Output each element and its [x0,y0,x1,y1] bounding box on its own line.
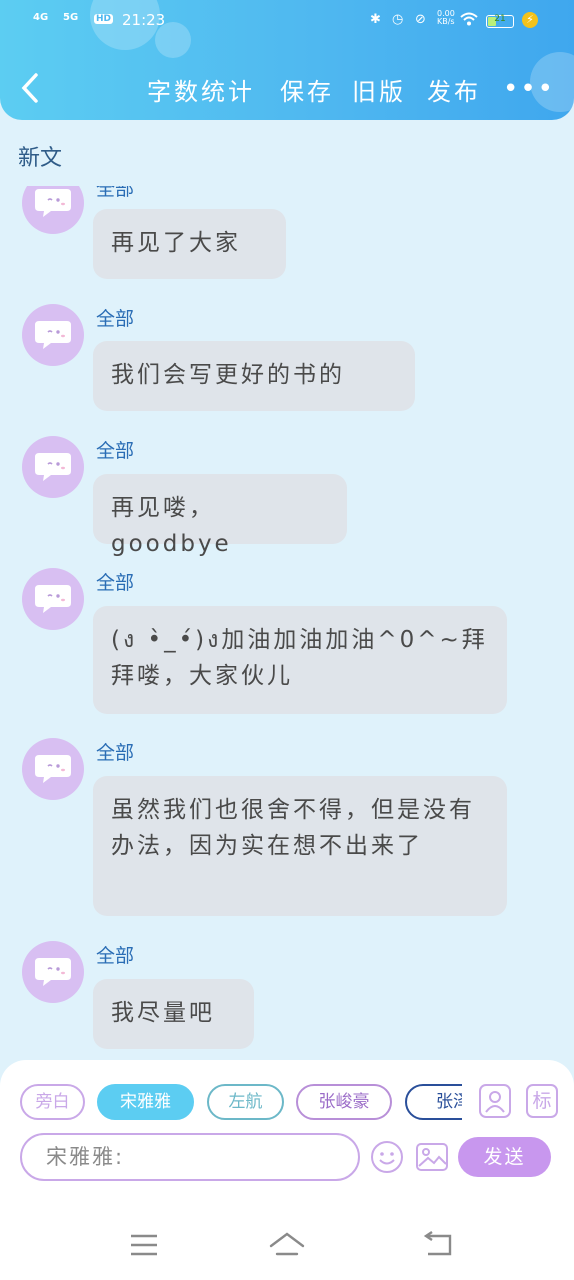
person-icon [485,1091,505,1113]
chat-bubble-face-icon [35,755,71,783]
sender-name: 全部 [96,742,135,764]
role-chip[interactable]: 左航 [207,1084,284,1120]
sender-name: 全部 [96,440,135,462]
image-button[interactable] [415,1140,449,1178]
mark-button[interactable]: 标 [526,1084,558,1118]
role-chip[interactable]: 张峻豪 [296,1084,392,1120]
message-bubble[interactable]: (ง •̀_•́)ง加油加油加油^0^~拜拜喽，大家伙儿 [93,606,507,714]
message-input[interactable]: 宋雅雅: [20,1133,360,1181]
role-chip-narrator[interactable]: 旁白 [20,1084,85,1120]
send-button[interactable]: 发送 [458,1137,551,1177]
clock: 21:23 [122,11,166,29]
sender-name: 全部 [96,308,135,330]
publish-button[interactable]: 发布 [427,72,481,107]
sender-name: 全部 [96,572,135,594]
word-count-button[interactable]: 字数统计 [147,72,255,107]
old-version-button[interactable]: 旧版 [352,72,406,107]
alarm-icon: ◷ [392,12,404,27]
role-chip-list[interactable]: 旁白 宋雅雅 左航 张峻豪 张泽 [0,1060,462,1140]
chat-bubble-face-icon [35,958,71,986]
avatar[interactable] [22,436,84,498]
message-bubble[interactable]: 再见了大家 [93,209,286,279]
image-icon [416,1143,448,1171]
message-bubble[interactable]: 虽然我们也很舍不得，但是没有办法，因为实在想不出来了 [93,776,507,916]
wifi-icon [460,12,478,30]
hd-badge: HD [94,14,114,24]
sender-name: 全部 [96,186,135,200]
chat-bubble-face-icon [35,321,71,349]
charging-icon: ⚡ [522,12,538,28]
chat-bubble-face-icon [35,189,71,217]
role-chip-selected[interactable]: 宋雅雅 [97,1084,194,1120]
battery-icon: 21 [486,14,514,28]
avatar[interactable] [22,568,84,630]
home-icon[interactable] [268,1230,306,1264]
back-nav-icon[interactable] [422,1230,454,1262]
signal-4g: 4G [33,12,49,23]
signal-5g: 5G [63,12,79,23]
app-header: 4G 5G HD 21:23 ✱ ◷ ⊘ 0.00 KB/s 21 ⚡ 字数统计 … [0,0,574,120]
message-bubble[interactable]: 我尽量吧 [93,979,254,1049]
chat-bubble-face-icon [35,585,71,613]
menu-icon[interactable] [129,1232,159,1262]
chevron-left-icon [21,73,38,103]
avatar[interactable] [22,186,84,234]
message-bubble[interactable]: 再见喽，goodbye [93,474,347,557]
message-bubble[interactable]: 我们会写更好的书的 [93,341,415,411]
status-bar: 4G 5G HD 21:23 ✱ ◷ ⊘ 0.00 KB/s 21 ⚡ [0,8,574,36]
avatar[interactable] [22,738,84,800]
story-title[interactable]: 新文 [18,140,62,172]
subbar: 新文 [0,130,574,186]
save-button[interactable]: 保存 [280,72,334,107]
sender-name: 全部 [96,945,135,967]
smiley-icon [371,1141,403,1173]
input-panel: 旁白 宋雅雅 左航 张峻豪 张泽 标 宋雅雅: 发送 [0,1060,574,1212]
emoji-button[interactable] [370,1140,404,1178]
role-chip[interactable]: 张泽 [405,1084,462,1120]
more-menu-button[interactable]: ••• [503,74,555,104]
back-button[interactable] [18,72,42,104]
avatar[interactable] [22,941,84,1003]
bluetooth-icon: ✱ [370,12,381,27]
chat-list[interactable]: 全部 再见了大家 全部 我们会写更好的书的 全部 再见喽，goodbye 全部 … [0,186,574,1062]
contacts-button[interactable] [479,1084,511,1118]
chat-bubble-face-icon [35,453,71,481]
mute-icon: ⊘ [415,12,426,27]
avatar[interactable] [22,304,84,366]
system-navigation-bar [0,1212,574,1280]
net-speed: 0.00 KB/s [437,9,455,26]
